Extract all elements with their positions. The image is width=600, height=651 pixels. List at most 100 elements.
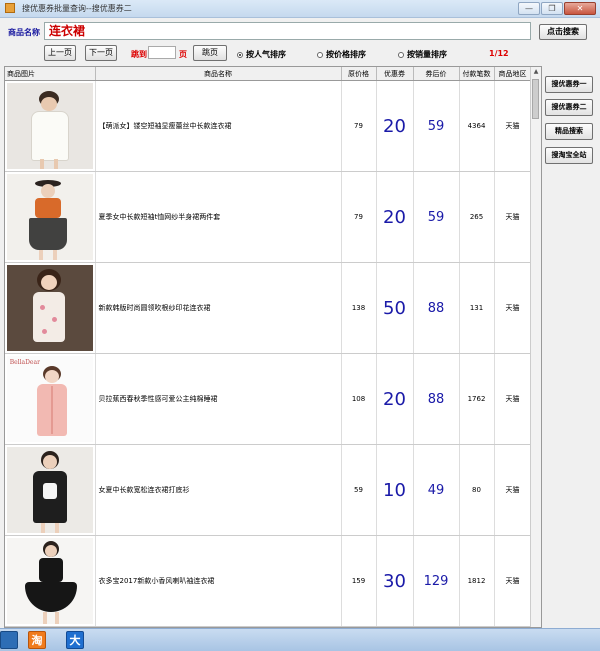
radio-dot <box>398 52 404 58</box>
results-table: 商品图片 商品名称 原价格 优惠券 券后价 付款笔数 商品地区 【萌派女】镂空短… <box>5 67 532 627</box>
product-image-cell[interactable] <box>5 80 96 172</box>
white-lace-dress-photo-icon <box>6 83 93 169</box>
table-row[interactable]: BellaDear 贝拉蕉西春秋季性感可爱公主纯棉睡裙 108 20 88 17… <box>5 353 532 445</box>
da-icon[interactable]: 大 <box>66 631 84 649</box>
col-header-coupon[interactable]: 优惠券 <box>376 67 414 81</box>
product-image-cell[interactable]: BellaDear <box>5 353 96 445</box>
taobao-icon[interactable]: 淘 <box>28 631 46 649</box>
col-header-region[interactable]: 商品地区 <box>494 67 532 81</box>
sales-cell: 1812 <box>459 535 495 627</box>
black-tshirt-dress-photo-icon <box>6 447 93 533</box>
price-cell: 79 <box>341 171 377 263</box>
after-price-cell: 59 <box>413 171 460 263</box>
coupon-cell[interactable]: 50 <box>376 262 414 354</box>
sales-cell: 131 <box>459 262 495 354</box>
region-cell: 天猫 <box>494 80 532 172</box>
page-indicator: 1/12 <box>489 49 509 58</box>
region-cell: 天猫 <box>494 171 532 263</box>
page-number-input[interactable] <box>148 46 176 59</box>
price-cell: 79 <box>341 80 377 172</box>
scroll-up-icon[interactable]: ▲ <box>531 67 541 77</box>
product-name-cell[interactable]: 女夏中长款宽松连衣裙打底衫 <box>95 444 342 536</box>
product-name-cell[interactable]: 夏季女中长款短袖t恤网纱半身裙两件套 <box>95 171 342 263</box>
taobao-sitewide-search-button[interactable]: 搜淘宝全站 <box>545 147 593 164</box>
taskbar: 淘 大 <box>0 628 600 651</box>
product-name-label: 商品名称 <box>8 28 40 37</box>
region-cell: 天猫 <box>494 262 532 354</box>
scrollbar-thumb[interactable] <box>532 79 539 119</box>
table-row[interactable]: 新款韩版时尚圆领吹根纱印花连衣裙 138 50 88 131 天猫 <box>5 262 532 354</box>
after-price-cell: 88 <box>413 262 460 354</box>
col-header-image[interactable]: 商品图片 <box>5 67 96 81</box>
radio-dot-selected <box>237 52 243 58</box>
col-header-sales[interactable]: 付款笔数 <box>459 67 495 81</box>
coupon-search-one-button[interactable]: 搜优惠券一 <box>545 76 593 93</box>
coupon-cell[interactable]: 20 <box>376 353 414 445</box>
coupon-cell[interactable]: 20 <box>376 171 414 263</box>
sales-cell: 4364 <box>459 80 495 172</box>
table-row[interactable]: 【萌派女】镂空短袖显瘦蕾丝中长款连衣裙 79 20 59 4364 天猫 <box>5 80 532 172</box>
prev-page-button[interactable]: 上一页 <box>44 45 76 61</box>
maximize-button[interactable]: ❐ <box>541 2 563 15</box>
page-unit-label: 页 <box>179 50 187 59</box>
jump-to-label: 跳到 <box>131 50 147 59</box>
product-image-cell[interactable] <box>5 535 96 627</box>
product-image-cell[interactable] <box>5 262 96 354</box>
product-name-cell[interactable]: 贝拉蕉西春秋季性感可爱公主纯棉睡裙 <box>95 353 342 445</box>
product-image-cell[interactable] <box>5 171 96 263</box>
col-header-name[interactable]: 商品名称 <box>95 67 342 81</box>
close-button[interactable]: ✕ <box>564 2 596 15</box>
black-mesh-skirt-photo-icon <box>6 174 93 260</box>
minimize-button[interactable]: — <box>518 2 540 15</box>
price-cell: 59 <box>341 444 377 536</box>
coupon-search-two-button[interactable]: 搜优惠券二 <box>545 99 593 116</box>
after-price-cell: 88 <box>413 353 460 445</box>
table-row[interactable]: 女夏中长款宽松连衣裙打底衫 59 10 49 80 天猫 <box>5 444 532 536</box>
price-cell: 108 <box>341 353 377 445</box>
region-cell: 天猫 <box>494 444 532 536</box>
radio-dot <box>317 52 323 58</box>
table-header-row: 商品图片 商品名称 原价格 优惠券 券后价 付款笔数 商品地区 <box>5 67 532 81</box>
region-cell: 天猫 <box>494 535 532 627</box>
next-page-button[interactable]: 下一页 <box>85 45 117 61</box>
title-bar: 搜优惠券批量查询--搜优惠券二 — ❐ ✕ <box>0 0 600 18</box>
jump-page-button[interactable]: 跳页 <box>193 45 227 61</box>
window-title: 搜优惠券批量查询--搜优惠券二 <box>22 4 132 13</box>
sales-cell: 265 <box>459 171 495 263</box>
coupon-cell[interactable]: 20 <box>376 80 414 172</box>
app-icon[interactable] <box>0 631 18 649</box>
price-cell: 138 <box>341 262 377 354</box>
coupon-cell[interactable]: 30 <box>376 535 414 627</box>
col-header-price[interactable]: 原价格 <box>341 67 377 81</box>
search-input[interactable]: 连衣裙 <box>44 22 531 40</box>
vertical-scrollbar[interactable]: ▲ <box>530 67 541 627</box>
pink-coat-dress-photo-icon: BellaDear <box>6 356 93 442</box>
sort-price-label: 按价格排序 <box>326 50 366 59</box>
sales-cell: 1762 <box>459 353 495 445</box>
coupon-cell[interactable]: 10 <box>376 444 414 536</box>
sort-price-radio[interactable]: 按价格排序 <box>317 49 366 60</box>
sort-sales-radio[interactable]: 按销量排序 <box>398 49 447 60</box>
product-name-cell[interactable]: 【萌派女】镂空短袖显瘦蕾丝中长款连衣裙 <box>95 80 342 172</box>
after-price-cell: 49 <box>413 444 460 536</box>
sort-popularity-radio[interactable]: 按人气排序 <box>237 49 286 60</box>
sales-cell: 80 <box>459 444 495 536</box>
after-price-cell: 129 <box>413 535 460 627</box>
results-grid: 商品图片 商品名称 原价格 优惠券 券后价 付款笔数 商品地区 【萌派女】镂空短… <box>4 66 542 628</box>
product-name-cell[interactable]: 新款韩版时尚圆领吹根纱印花连衣裙 <box>95 262 342 354</box>
search-button[interactable]: 点击搜索 <box>539 24 587 40</box>
floral-dress-photo-icon <box>6 265 93 351</box>
region-cell: 天猫 <box>494 353 532 445</box>
app-icon <box>5 3 15 13</box>
black-flared-dress-photo-icon <box>6 538 93 624</box>
product-image-cell[interactable] <box>5 444 96 536</box>
table-row[interactable]: 衣多宝2017新款小香风喇叭袖连衣裙 159 30 129 1812 天猫 <box>5 535 532 627</box>
product-name-cell[interactable]: 衣多宝2017新款小香风喇叭袖连衣裙 <box>95 535 342 627</box>
sort-sales-label: 按销量排序 <box>407 50 447 59</box>
table-row[interactable]: 夏季女中长款短袖t恤网纱半身裙两件套 79 20 59 265 天猫 <box>5 171 532 263</box>
sort-popularity-label: 按人气排序 <box>246 50 286 59</box>
after-price-cell: 59 <box>413 80 460 172</box>
col-header-after-price[interactable]: 券后价 <box>413 67 460 81</box>
price-cell: 159 <box>341 535 377 627</box>
premium-search-button[interactable]: 精品搜索 <box>545 123 593 140</box>
